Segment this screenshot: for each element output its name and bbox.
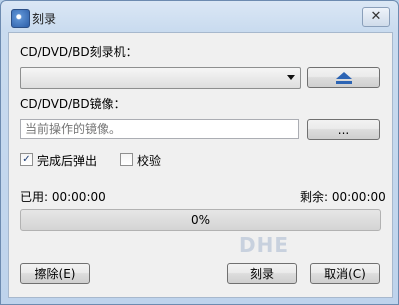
close-button[interactable]: ✕ <box>362 7 390 27</box>
title-bar: 刻录 ✕ <box>1 1 398 33</box>
burn-dialog: 刻录 ✕ CD/DVD/BD刻录机： CD/DVD/BD镜像： ... ✓ 完成… <box>0 0 399 305</box>
progress-percent: 0% <box>190 213 211 227</box>
eject-after-checkbox[interactable]: ✓ <box>20 153 33 166</box>
dialog-body: CD/DVD/BD刻录机： CD/DVD/BD镜像： ... ✓ 完成后弹出 校… <box>8 32 393 298</box>
verify-label: 校验 <box>137 154 162 168</box>
elapsed-time: 已用: 00:00:00 <box>20 190 106 204</box>
drive-label: CD/DVD/BD刻录机： <box>20 45 138 59</box>
drive-select[interactable] <box>20 67 301 89</box>
chevron-down-icon <box>287 75 295 80</box>
eject-after-checkbox-row[interactable]: ✓ 完成后弹出 <box>20 152 110 168</box>
disc-app-icon <box>11 9 30 28</box>
verify-checkbox-row[interactable]: 校验 <box>120 152 180 168</box>
eject-after-label: 完成后弹出 <box>37 154 98 168</box>
window-title: 刻录 <box>32 12 57 26</box>
eject-button[interactable] <box>307 67 380 88</box>
verify-checkbox[interactable] <box>120 153 133 166</box>
erase-button[interactable]: 擦除(E) <box>20 263 90 284</box>
remaining-time: 剩余: 00:00:00 <box>300 190 386 204</box>
progress-bar: 0% <box>20 209 381 231</box>
cancel-button[interactable]: 取消(C) <box>310 263 380 284</box>
eject-icon <box>335 72 352 84</box>
image-label: CD/DVD/BD镜像： <box>20 97 126 111</box>
watermark-logo: DHE <box>239 233 290 257</box>
burn-button[interactable]: 刻录 <box>227 263 297 284</box>
browse-button[interactable]: ... <box>307 119 380 140</box>
image-path-input[interactable] <box>20 119 299 139</box>
